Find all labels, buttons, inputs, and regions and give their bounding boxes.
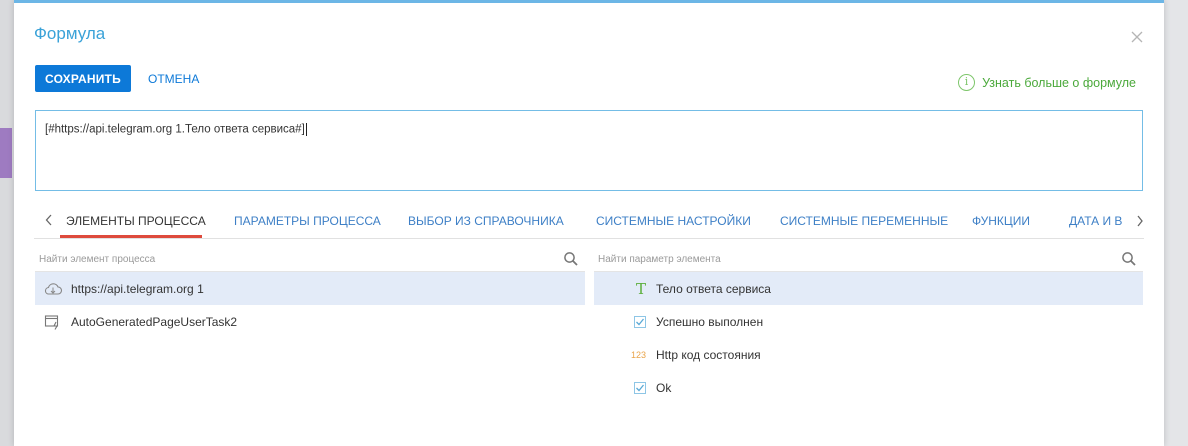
list-item-telegram-api[interactable]: https://api.telegram.org 1 xyxy=(35,272,585,305)
list-item-http-status[interactable]: 123 Http код состояния xyxy=(594,338,1143,371)
tabs-bar: ЭЛЕМЕНТЫ ПРОЦЕССА ПАРАМЕТРЫ ПРОЦЕССА ВЫБ… xyxy=(34,203,1144,239)
background-element xyxy=(0,128,12,178)
learn-more-label: Узнать больше о формуле xyxy=(982,75,1136,90)
cloud-icon xyxy=(35,282,71,296)
formula-text: [#https://api.telegram.org 1.Тело ответа… xyxy=(45,123,305,136)
chevron-right-icon[interactable] xyxy=(1136,213,1146,229)
number-type-icon: 123 xyxy=(630,349,646,360)
text-type-icon: T xyxy=(635,279,646,298)
list-item-label: Ok xyxy=(656,380,672,395)
element-parameters-list: T Тело ответа сервиса Успешно выполнен 1… xyxy=(594,272,1143,404)
tab-date-time[interactable]: ДАТА И В xyxy=(1069,214,1131,228)
chevron-left-icon[interactable] xyxy=(44,212,56,228)
search-icon[interactable] xyxy=(563,251,579,267)
info-icon: i xyxy=(958,74,976,91)
save-button[interactable]: СОХРАНИТЬ xyxy=(35,65,131,92)
parameter-search-row xyxy=(594,247,1143,272)
list-item-label: AutoGeneratedPageUserTask2 xyxy=(71,314,238,329)
background-panel-left xyxy=(0,0,14,446)
list-item-response-body[interactable]: T Тело ответа сервиса xyxy=(594,272,1143,305)
text-caret xyxy=(305,123,307,136)
list-item-label: Успешно выполнен xyxy=(656,314,764,329)
list-item-ok[interactable]: Ok xyxy=(594,371,1143,404)
element-search-row xyxy=(35,247,585,272)
element-search-input[interactable] xyxy=(39,251,539,267)
formula-input[interactable]: [#https://api.telegram.org 1.Тело ответа… xyxy=(35,110,1143,191)
boolean-type-icon xyxy=(594,381,656,394)
list-item-label: Http код состояния xyxy=(656,347,761,362)
parameter-search-input[interactable] xyxy=(598,251,1098,267)
list-item-label: https://api.telegram.org 1 xyxy=(71,281,204,296)
formula-dialog: Формула СОХРАНИТЬ ОТМЕНА i Узнать больше… xyxy=(14,0,1164,446)
list-item-label: Тело ответа сервиса xyxy=(656,281,771,296)
tab-lookup[interactable]: ВЫБОР ИЗ СПРАВОЧНИКА xyxy=(408,214,564,228)
list-item-success[interactable]: Успешно выполнен xyxy=(594,305,1143,338)
dialog-title: Формула xyxy=(34,24,106,43)
search-icon[interactable] xyxy=(1121,251,1137,267)
background-panel-right xyxy=(1164,0,1188,446)
process-elements-pane: https://api.telegram.org 1 AutoGenerated… xyxy=(35,247,585,338)
close-icon[interactable] xyxy=(1130,31,1144,45)
boolean-type-icon xyxy=(594,315,656,328)
page-user-task-icon xyxy=(35,314,71,330)
learn-more-link[interactable]: i Узнать больше о формуле xyxy=(958,74,1136,91)
tab-functions[interactable]: ФУНКЦИИ xyxy=(972,214,1030,228)
tab-process-elements[interactable]: ЭЛЕМЕНТЫ ПРОЦЕССА xyxy=(66,214,206,228)
tab-system-variables[interactable]: СИСТЕМНЫЕ ПЕРЕМЕННЫЕ xyxy=(780,214,948,228)
element-parameters-pane: T Тело ответа сервиса Успешно выполнен 1… xyxy=(594,247,1143,404)
tab-system-settings[interactable]: СИСТЕМНЫЕ НАСТРОЙКИ xyxy=(596,214,751,228)
process-elements-list: https://api.telegram.org 1 AutoGenerated… xyxy=(35,272,585,338)
list-item-page-user-task[interactable]: AutoGeneratedPageUserTask2 xyxy=(35,305,585,338)
cancel-button[interactable]: ОТМЕНА xyxy=(140,65,207,92)
active-tab-indicator xyxy=(60,235,202,238)
tab-process-parameters[interactable]: ПАРАМЕТРЫ ПРОЦЕССА xyxy=(234,214,381,228)
